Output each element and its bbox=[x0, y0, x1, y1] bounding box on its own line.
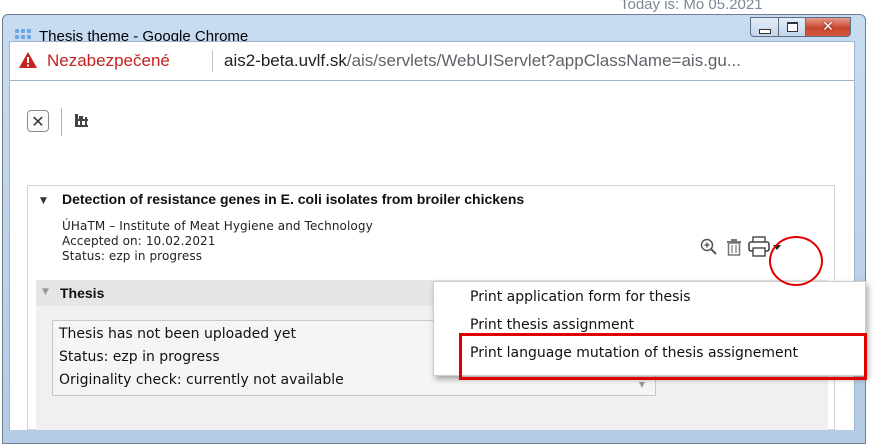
menu-item-print-thesis-assignment[interactable]: Print thesis assignment bbox=[470, 317, 634, 333]
tree-structure-icon[interactable] bbox=[73, 112, 91, 130]
close-icon: ✕ bbox=[822, 19, 834, 35]
close-window-button[interactable]: ✕ bbox=[805, 17, 851, 37]
close-button[interactable]: ✕ bbox=[27, 110, 49, 132]
thesis-subsection-title: Thesis bbox=[60, 285, 105, 301]
menu-item-print-language-mutation[interactable]: Print language mutation of thesis assign… bbox=[470, 345, 798, 361]
page-content: ✕ ▼ Detection of resistance genes in E. … bbox=[9, 81, 855, 430]
url-text[interactable]: ais2-beta.uvlf.sk/ais/servlets/WebUIServ… bbox=[224, 51, 741, 71]
warning-icon bbox=[19, 52, 37, 68]
department-text: ÚHaTM – Institute of Meat Hygiene and Te… bbox=[62, 219, 373, 233]
security-status-label[interactable]: Nezabezpečené bbox=[47, 51, 170, 71]
address-bar[interactable]: Nezabezpečené ais2-beta.uvlf.sk/ais/serv… bbox=[9, 41, 855, 81]
minimize-icon bbox=[758, 28, 771, 34]
accepted-date-text: Accepted on: 10.02.2021 bbox=[62, 234, 216, 248]
maximize-icon bbox=[786, 22, 798, 32]
menu-item-print-application-form[interactable]: Print application form for thesis bbox=[470, 289, 691, 305]
originality-check-status: Originality check: currently not availab… bbox=[59, 372, 344, 388]
url-host: ais2-beta.uvlf.sk bbox=[224, 51, 347, 70]
print-menu: Print application form for thesis Print … bbox=[433, 281, 866, 376]
trash-icon[interactable] bbox=[726, 238, 742, 256]
toolbar: ✕ bbox=[10, 81, 854, 171]
maximize-button[interactable] bbox=[778, 17, 806, 37]
panel-action-icons bbox=[700, 234, 830, 264]
background-date-text: Today is: Mo 05.2021 bbox=[620, 0, 763, 13]
collapse-arrow-icon[interactable]: ▼ bbox=[40, 196, 47, 206]
print-dropdown-button[interactable] bbox=[748, 236, 782, 258]
collapse-arrow-icon[interactable]: ▼ bbox=[42, 287, 49, 297]
scroll-down-icon[interactable]: ▼ bbox=[639, 380, 645, 389]
minimize-button[interactable] bbox=[750, 17, 779, 37]
thesis-status: Status: ezp in progress bbox=[59, 349, 220, 365]
thesis-upload-status: Thesis has not been uploaded yet bbox=[59, 326, 296, 342]
thesis-topic-title: Detection of resistance genes in E. coli… bbox=[62, 191, 525, 207]
topic-status-text: Status: ezp in progress bbox=[62, 249, 203, 263]
zoom-in-icon[interactable] bbox=[700, 238, 718, 256]
url-path: /ais/servlets/WebUIServlet?appClassName=… bbox=[346, 51, 742, 70]
toolbar-separator bbox=[61, 108, 62, 136]
address-separator bbox=[212, 50, 213, 72]
